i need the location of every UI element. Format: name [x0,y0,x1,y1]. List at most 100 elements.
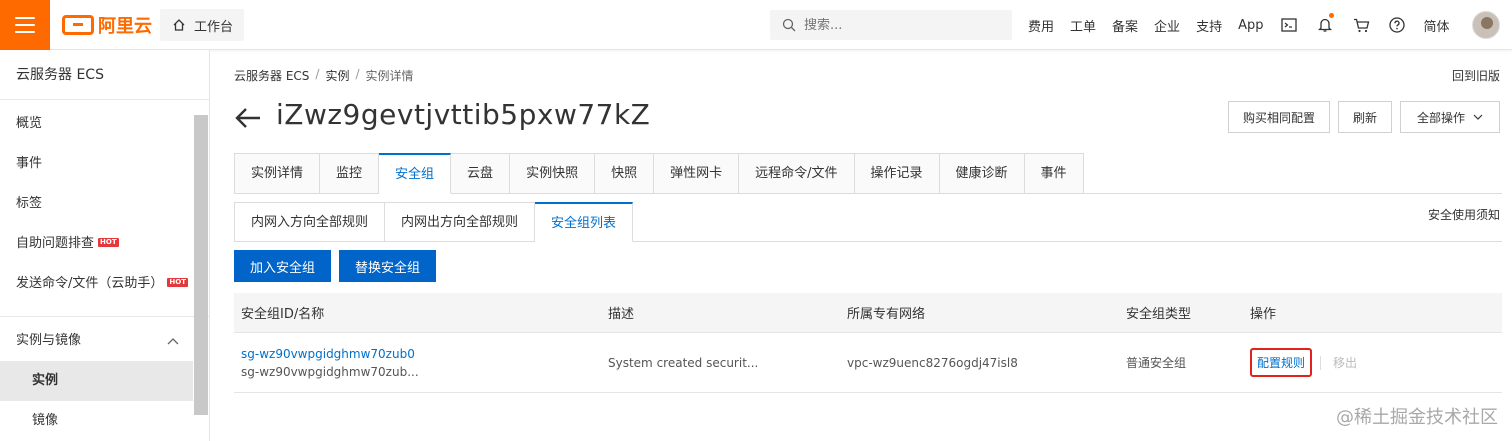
aliyun-logo-mark [62,15,94,35]
breadcrumb: 云服务器 ECS / 实例 / 实例详情 [234,67,414,84]
page-title: iZwz9gevtjvttib5pxw77kZ [276,98,651,131]
notification-dot [1329,13,1335,18]
sidebar-item-events[interactable]: 事件 [0,144,209,184]
top-bar: 阿里云 工作台 费用 工单 备案 企业 支持 App 简体 [0,0,1512,50]
workbench-label: 工作台 [194,19,234,35]
language-switch[interactable]: 简体 [1415,16,1457,35]
sidebar-item-label: 发送命令/文件（云助手） [16,276,164,291]
chevron-up-icon [167,338,179,345]
tab-remote-commands[interactable]: 远程命令/文件 [739,153,855,194]
col-header-vpc: 所属专有网络 [847,307,926,322]
security-group-description: System created securit... [608,355,759,370]
tab-health-diagnosis[interactable]: 健康诊断 [939,153,1025,194]
nav-icp[interactable]: 备案 [1104,16,1146,35]
row-operations: 配置规则 移出 [1244,348,1502,377]
col-header-description: 描述 [608,307,635,322]
search-icon [782,18,796,32]
security-group-name: sg-wz90vwpgidghmw70zub... [241,364,419,379]
sidebar-group-instances-images[interactable]: 实例与镜像 [0,321,209,361]
top-nav: 费用 工单 备案 企业 支持 App 简体 [1020,0,1500,50]
tab-security-groups[interactable]: 安全组 [379,153,452,194]
configure-rules-link[interactable]: 配置规则 [1250,348,1313,377]
all-operations-label: 全部操作 [1416,110,1465,125]
breadcrumb-ecs[interactable]: 云服务器 ECS [234,67,309,84]
all-operations-dropdown[interactable]: 全部操作 [1399,101,1500,133]
security-notice-link[interactable]: 安全使用须知 [1428,206,1500,223]
sidebar-item-tags[interactable]: 标签 [0,184,209,224]
chevron-down-icon [1473,114,1483,120]
security-group-type: 普通安全组 [1126,356,1187,370]
table-header: 安全组ID/名称 描述 所属专有网络 安全组类型 操作 [234,293,1502,333]
breadcrumb-separator: / [355,67,360,81]
col-header-id-name: 安全组ID/名称 [241,307,325,322]
nav-app[interactable]: App [1230,18,1271,33]
user-avatar[interactable] [1471,11,1500,39]
tab-operation-logs[interactable]: 操作记录 [854,153,940,194]
hot-badge: HOT [167,277,188,287]
security-group-table: 安全组ID/名称 描述 所属专有网络 安全组类型 操作 sg-wz90vwpgi… [234,293,1502,393]
security-group-id-name: sg-wz90vwpgidghmw70zub0 sg-wz90vwpgidghm… [234,347,602,379]
security-group-actions: 加入安全组 替换安全组 [234,250,437,282]
instance-tabs: 实例详情 监控 安全组 云盘 实例快照 快照 弹性网卡 远程命令/文件 操作记录… [234,153,1502,194]
tab-events[interactable]: 事件 [1024,153,1084,194]
main-content: 云服务器 ECS / 实例 / 实例详情 回到旧版 iZwz9gevtjvtti… [210,50,1512,441]
search-input[interactable] [804,17,984,33]
security-subtabs: 内网入方向全部规则 内网出方向全部规则 安全组列表 [234,202,1502,242]
sidebar-scrollbar[interactable] [194,115,208,415]
subtab-security-group-list[interactable]: 安全组列表 [535,202,634,242]
home-icon [173,19,185,31]
sidebar-item-label: 事件 [16,156,43,171]
sidebar-item-self-troubleshoot[interactable]: 自助问题排查 HOT [0,224,209,264]
replace-security-group-button[interactable]: 替换安全组 [339,250,437,282]
refresh-button[interactable]: 刷新 [1337,101,1392,133]
nav-support[interactable]: 支持 [1188,16,1230,35]
breadcrumb-current: 实例详情 [365,69,414,83]
remove-link[interactable]: 移出 [1333,354,1357,371]
tab-snapshots[interactable]: 快照 [595,153,655,194]
breadcrumb-instances[interactable]: 实例 [325,67,349,84]
tab-instance-details[interactable]: 实例详情 [234,153,321,194]
add-security-group-button[interactable]: 加入安全组 [234,250,332,282]
tab-eni[interactable]: 弹性网卡 [654,153,740,194]
workbench-button[interactable]: 工作台 [160,9,244,41]
sidebar-title: 云服务器 ECS [0,50,209,100]
tab-disks[interactable]: 云盘 [451,153,511,194]
col-header-operations: 操作 [1250,307,1277,322]
subtab-inbound-rules[interactable]: 内网入方向全部规则 [234,202,386,242]
header-actions: 购买相同配置 刷新 全部操作 [1227,101,1500,133]
sidebar-item-images[interactable]: 镜像 [0,401,209,441]
col-header-type: 安全组类型 [1126,307,1192,322]
logo-text: 阿里云 [98,16,152,37]
breadcrumb-separator: / [315,67,320,81]
nav-tickets[interactable]: 工单 [1062,16,1104,35]
sidebar-item-label: 标签 [16,196,43,211]
bell-icon[interactable] [1307,0,1343,50]
tab-instance-snapshots[interactable]: 实例快照 [510,153,596,194]
terminal-icon[interactable] [1271,0,1307,50]
watermark: @稀土掘金技术社区 [1336,407,1498,428]
security-group-vpc: vpc-wz9uenc8276ogdj47isl8 [847,355,1018,370]
subtab-outbound-rules[interactable]: 内网出方向全部规则 [385,202,536,242]
cart-icon[interactable] [1343,0,1379,50]
hot-badge: HOT [98,237,119,247]
tab-monitoring[interactable]: 监控 [320,153,380,194]
search-box[interactable] [770,10,1012,40]
sidebar-group-label: 实例与镜像 [16,333,82,348]
security-group-id-link[interactable]: sg-wz90vwpgidghmw70zub0 [241,347,602,361]
table-row: sg-wz90vwpgidghmw70zub0 sg-wz90vwpgidghm… [234,333,1502,393]
sidebar-item-overview[interactable]: 概览 [0,104,209,144]
nav-fees[interactable]: 费用 [1020,16,1062,35]
operation-divider [1320,355,1322,370]
help-icon[interactable] [1379,0,1415,50]
sidebar-divider [0,316,209,317]
aliyun-logo[interactable]: 阿里云 [62,13,152,37]
buy-same-config-button[interactable]: 购买相同配置 [1227,101,1330,133]
menu-icon[interactable] [0,0,50,50]
back-arrow-icon[interactable] [234,104,262,132]
nav-enterprise[interactable]: 企业 [1146,16,1188,35]
sidebar-item-instances[interactable]: 实例 [0,361,193,401]
sidebar-item-label: 概览 [16,116,43,131]
sidebar: 云服务器 ECS 概览 事件 标签 自助问题排查 HOT 发送命令/文件（云助手）… [0,50,210,441]
old-version-link[interactable]: 回到旧版 [1452,67,1500,84]
sidebar-item-send-command[interactable]: 发送命令/文件（云助手） HOT [0,264,209,304]
